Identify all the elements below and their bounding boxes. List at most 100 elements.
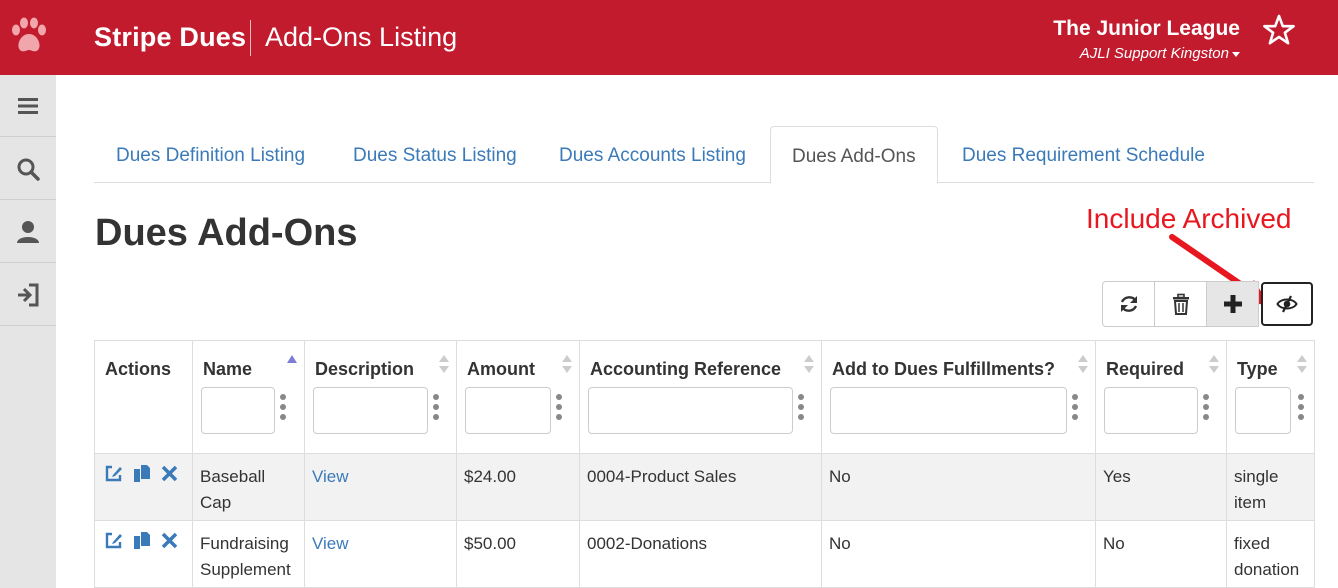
accounting-reference-cell: 0002-Donations	[579, 520, 822, 588]
sidebar-item-menu[interactable]	[0, 75, 56, 137]
sort-icon[interactable]	[804, 352, 814, 376]
column-header-accounting-reference[interactable]: Accounting Reference	[579, 340, 822, 454]
table-row: Baseball Cap View $24.00 0004-Product Sa…	[94, 453, 1315, 521]
actions-cell	[94, 520, 193, 588]
sidebar-item-profile[interactable]	[0, 201, 56, 263]
column-label: Description	[315, 359, 415, 379]
tab-dues-add-ons[interactable]: Dues Add-Ons	[770, 126, 938, 184]
org-switcher[interactable]: AJLI Support Kingston	[1080, 45, 1240, 62]
fulfillments-cell: No	[821, 520, 1096, 588]
add-ons-table: Actions Name Description Amount Accounti…	[94, 340, 1315, 588]
type-filter-menu-icon[interactable]	[1298, 394, 1304, 420]
refresh-icon	[1120, 296, 1137, 312]
search-icon	[17, 158, 40, 181]
sort-icon[interactable]	[439, 352, 449, 376]
description-cell: View	[304, 453, 457, 521]
amount-filter-menu-icon[interactable]	[556, 394, 562, 420]
tab-dues-status-listing[interactable]: Dues Status Listing	[353, 126, 517, 183]
required-cell: No	[1095, 520, 1227, 588]
view-link[interactable]: View	[312, 534, 349, 553]
fulfillments-filter-menu-icon[interactable]	[1072, 394, 1078, 420]
accounting-reference-filter-menu-icon[interactable]	[798, 394, 804, 420]
column-label: Required	[1106, 359, 1185, 379]
sort-ascending-icon[interactable]	[287, 352, 297, 376]
menu-icon	[18, 97, 38, 114]
trash-icon	[1172, 293, 1189, 315]
column-header-name[interactable]: Name	[192, 340, 305, 454]
sidebar-item-search[interactable]	[0, 138, 56, 200]
required-cell: Yes	[1095, 453, 1227, 521]
fulfillments-cell: No	[821, 453, 1096, 521]
refresh-button[interactable]	[1102, 281, 1155, 327]
column-label: Actions	[105, 359, 172, 379]
edit-icon[interactable]	[104, 464, 123, 483]
tab-dues-definition-listing[interactable]: Dues Definition Listing	[116, 126, 305, 183]
accounting-reference-cell: 0004-Product Sales	[579, 453, 822, 521]
column-header-type[interactable]: Type	[1226, 340, 1315, 454]
name-filter-menu-icon[interactable]	[280, 394, 286, 420]
user-icon	[17, 220, 39, 243]
delete-button[interactable]	[1154, 281, 1207, 327]
description-cell: View	[304, 520, 457, 588]
tab-bar: Dues Definition Listing Dues Status List…	[94, 126, 1314, 184]
column-label: Name	[203, 359, 253, 379]
view-link[interactable]: View	[312, 467, 349, 486]
column-label: Amount	[467, 359, 535, 379]
column-label: Add to Dues Fulfillments?	[832, 359, 1055, 379]
delete-icon[interactable]	[160, 531, 179, 550]
delete-icon[interactable]	[160, 464, 179, 483]
table-row: Fundraising Supplement View $50.00 0002-…	[94, 520, 1315, 588]
accounting-reference-filter-input[interactable]	[588, 387, 793, 434]
required-filter-menu-icon[interactable]	[1203, 394, 1209, 420]
amount-cell: $50.00	[456, 520, 580, 588]
plus-icon	[1223, 295, 1242, 313]
name-cell: Fundraising Supplement	[192, 520, 305, 588]
fulfillments-filter-input[interactable]	[830, 387, 1067, 434]
name-filter-input[interactable]	[201, 387, 275, 434]
type-cell: fixed donation	[1226, 520, 1315, 588]
tab-dues-requirement-schedule[interactable]: Dues Requirement Schedule	[962, 126, 1205, 183]
column-header-amount[interactable]: Amount	[456, 340, 580, 454]
org-switcher-label: AJLI Support Kingston	[1079, 45, 1229, 62]
column-header-required[interactable]: Required	[1095, 340, 1227, 454]
column-label: Type	[1237, 359, 1278, 379]
description-filter-menu-icon[interactable]	[433, 394, 439, 420]
column-label: Accounting Reference	[590, 359, 782, 379]
eye-slash-icon	[1276, 295, 1298, 313]
actions-cell	[94, 453, 193, 521]
top-header: Stripe Dues Add-Ons Listing The Junior L…	[0, 0, 1338, 75]
brand-divider	[250, 20, 251, 56]
header-page-title: Add-Ons Listing	[265, 22, 458, 52]
copy-icon[interactable]	[132, 531, 151, 550]
sidebar	[0, 75, 56, 588]
column-header-description[interactable]: Description	[304, 340, 457, 454]
copy-icon[interactable]	[132, 464, 151, 483]
page-title: Dues Add-Ons	[95, 212, 358, 254]
type-filter-input[interactable]	[1235, 387, 1291, 434]
caret-down-icon	[1232, 51, 1240, 57]
brand-name[interactable]: Stripe Dues	[94, 22, 246, 53]
include-archived-toggle[interactable]	[1261, 282, 1313, 326]
logout-icon	[18, 283, 39, 306]
sort-icon[interactable]	[1297, 352, 1307, 376]
column-header-actions: Actions	[94, 340, 193, 454]
required-filter-input[interactable]	[1104, 387, 1198, 434]
paw-logo-icon[interactable]	[8, 16, 48, 56]
org-name: The Junior League	[1053, 17, 1240, 40]
table-toolbar	[1102, 281, 1313, 327]
description-filter-input[interactable]	[313, 387, 428, 434]
table-header-row: Actions Name Description Amount Accounti…	[94, 340, 1315, 454]
sort-icon[interactable]	[1078, 352, 1088, 376]
sort-icon[interactable]	[562, 352, 572, 376]
add-button[interactable]	[1206, 281, 1259, 327]
star-icon[interactable]	[1263, 14, 1295, 46]
tab-dues-accounts-listing[interactable]: Dues Accounts Listing	[559, 126, 746, 183]
name-cell: Baseball Cap	[192, 453, 305, 521]
sidebar-item-logout[interactable]	[0, 264, 56, 326]
type-cell: single item	[1226, 453, 1315, 521]
amount-filter-input[interactable]	[465, 387, 551, 434]
sort-icon[interactable]	[1209, 352, 1219, 376]
column-header-add-to-dues-fulfillments[interactable]: Add to Dues Fulfillments?	[821, 340, 1096, 454]
edit-icon[interactable]	[104, 531, 123, 550]
amount-cell: $24.00	[456, 453, 580, 521]
